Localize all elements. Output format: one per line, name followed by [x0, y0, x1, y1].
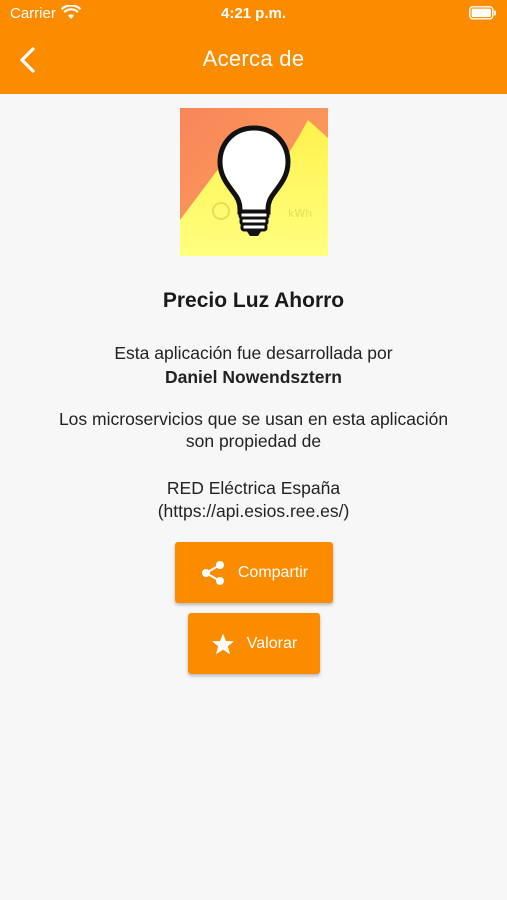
rate-button-label: Valorar: [246, 634, 298, 652]
status-time: 4:21 p.m.: [220, 5, 287, 22]
developer-name: Daniel Nowendsztern: [165, 367, 342, 387]
svg-text:kWh: kWh: [288, 207, 312, 220]
app-name: Precio Luz Ahorro: [162, 289, 345, 312]
page-title: Acerca de: [202, 46, 305, 71]
owner-name: RED Eléctrica España: [166, 478, 341, 498]
services-text-line2: son propiedad de: [185, 431, 322, 451]
rate-button[interactable]: Valorar: [188, 613, 320, 674]
app-header: Carrier 4:21 p.m. Acerca de: [0, 0, 507, 94]
battery-icon: [469, 6, 497, 24]
share-icon: [201, 560, 224, 585]
developed-by-label: Esta aplicación fue desarrollada por: [114, 343, 393, 363]
star-icon: [211, 633, 234, 654]
app-logo: kWh: [180, 108, 328, 256]
share-button[interactable]: Compartir: [175, 542, 333, 603]
owner-url: (https://api.esios.ree.es/): [157, 501, 350, 521]
services-text-line1: Los microservicios que se usan en esta a…: [58, 409, 449, 429]
share-button-label: Compartir: [237, 563, 309, 581]
status-bar: Carrier 4:21 p.m.: [0, 0, 507, 28]
